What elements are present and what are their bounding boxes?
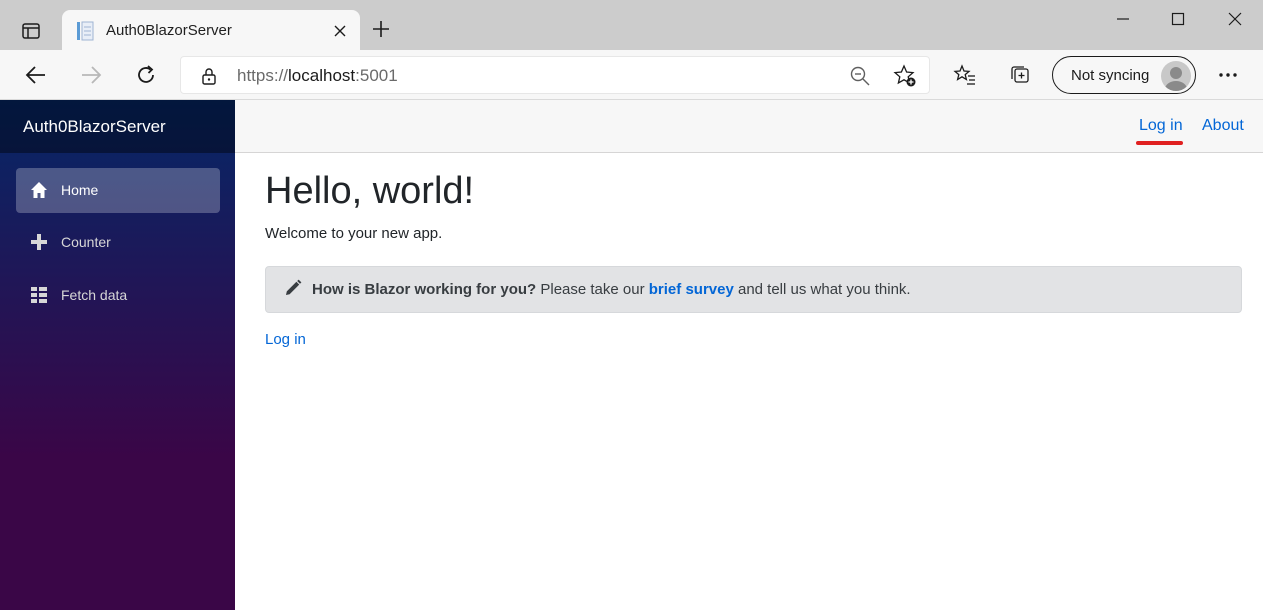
url-host: localhost: [288, 66, 356, 85]
survey-alert: How is Blazor working for you? Please ta…: [265, 266, 1242, 313]
survey-text-before: Please take our: [536, 281, 649, 298]
brand-bar: Auth0BlazorServer: [0, 100, 235, 153]
tab-actions-icon[interactable]: [10, 10, 52, 52]
close-window-icon[interactable]: [1207, 0, 1263, 38]
home-icon: [30, 181, 48, 199]
zoom-out-icon[interactable]: [849, 65, 871, 87]
browser-titlebar: Auth0BlazorServer: [0, 0, 1263, 52]
back-arrow-icon[interactable]: [18, 57, 54, 93]
nav-label-counter: Counter: [61, 234, 111, 250]
brand-title[interactable]: Auth0BlazorServer: [23, 117, 166, 137]
maximize-icon[interactable]: [1150, 0, 1206, 38]
new-tab-icon[interactable]: [366, 14, 396, 44]
sync-status-label: Not syncing: [1071, 67, 1150, 84]
nav-item-counter[interactable]: Counter: [16, 220, 220, 265]
pencil-icon: [284, 279, 302, 297]
highlight-underline: [1136, 141, 1183, 145]
login-link[interactable]: Log in: [265, 331, 306, 348]
url-port: :5001: [355, 66, 398, 85]
profile-avatar-icon: [1161, 61, 1191, 91]
survey-question: How is Blazor working for you?: [312, 281, 537, 298]
plus-icon: [30, 233, 48, 251]
survey-text-after: and tell us what you think.: [733, 281, 911, 298]
refresh-icon[interactable]: [128, 57, 164, 93]
lock-icon[interactable]: [199, 66, 219, 86]
list-icon: [30, 286, 48, 304]
nav-label-fetch-data: Fetch data: [61, 287, 128, 303]
page-favicon-icon: [76, 21, 94, 41]
nav-label-home: Home: [61, 182, 99, 198]
page-title: Hello, world!: [265, 170, 475, 212]
tab-title: Auth0BlazorServer: [106, 22, 232, 39]
url-scheme: https://: [237, 66, 289, 85]
browser-tab[interactable]: Auth0BlazorServer: [62, 10, 360, 51]
address-bar[interactable]: https://localhost:5001: [180, 56, 930, 94]
welcome-text: Welcome to your new app.: [265, 225, 443, 242]
more-menu-icon[interactable]: [1210, 57, 1246, 93]
top-about-link[interactable]: About: [1202, 117, 1244, 135]
forward-arrow-icon[interactable]: [73, 57, 109, 93]
survey-link[interactable]: brief survey: [649, 281, 734, 298]
survey-text: How is Blazor working for you? Please ta…: [312, 281, 911, 298]
add-favorite-icon[interactable]: [893, 64, 917, 88]
url-text[interactable]: https://localhost:5001: [237, 66, 398, 86]
browser-toolbar: https://localhost:5001 Not syncing: [0, 50, 1263, 100]
minimize-icon[interactable]: [1095, 0, 1151, 38]
sidebar: Auth0BlazorServer Home Counter Fetch dat…: [0, 100, 235, 610]
nav-item-home[interactable]: Home: [16, 168, 220, 213]
close-tab-icon[interactable]: [330, 21, 350, 41]
profile-sync-button[interactable]: Not syncing: [1052, 56, 1196, 94]
favorites-icon[interactable]: [947, 57, 983, 93]
collections-icon[interactable]: [1002, 57, 1038, 93]
top-row: Log in About: [235, 100, 1263, 153]
top-login-link[interactable]: Log in: [1139, 117, 1183, 135]
nav-item-fetch-data[interactable]: Fetch data: [16, 273, 220, 318]
